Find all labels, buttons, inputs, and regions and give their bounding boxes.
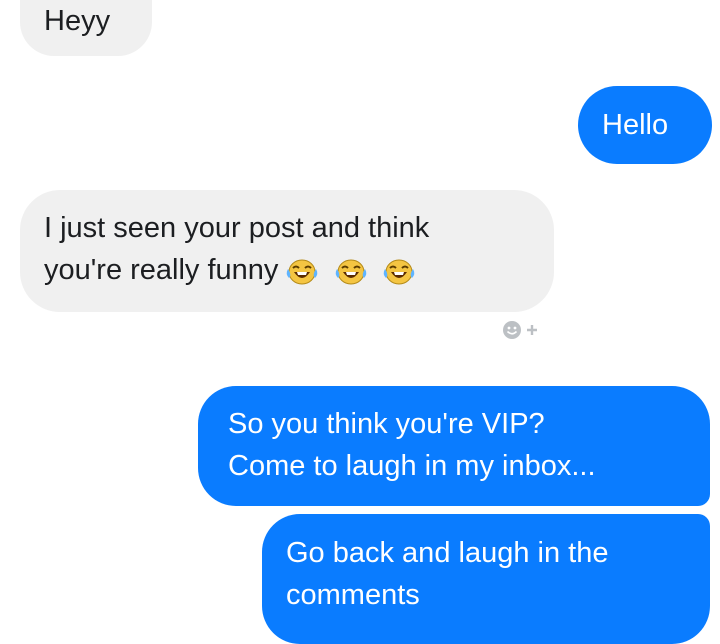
message-text-line: Come to laugh in my inbox...: [228, 450, 596, 482]
add-reaction-icon[interactable]: [500, 318, 542, 342]
message-bubble-incoming[interactable]: I just seen your post and think you're r…: [20, 190, 554, 312]
message-text: Heyy: [44, 5, 111, 37]
laughing-tears-emoji: [383, 259, 414, 285]
laughing-tears-emoji: [335, 259, 366, 285]
message-text-line-with-emojis: you're really funny: [44, 249, 554, 299]
message-text-line: I just seen your post and think: [44, 212, 430, 244]
message-bubble-incoming[interactable]: Heyy: [20, 0, 152, 56]
message-text-line: So you think you're VIP?: [228, 408, 545, 440]
message-bubble-outgoing[interactable]: Go back and laugh in the comments: [262, 514, 710, 644]
emoji-group: [284, 257, 420, 299]
message-text: Hello: [602, 109, 669, 141]
laughing-tears-emoji: [287, 259, 318, 285]
message-bubble-outgoing[interactable]: So you think you're VIP? Come to laugh i…: [198, 386, 710, 506]
chat-thread: Heyy Hello I just seen your post and thi…: [0, 0, 720, 644]
message-text: you're really funny: [44, 254, 279, 286]
message-text-line: comments: [286, 579, 420, 611]
message-text-line: Go back and laugh in the: [286, 537, 609, 569]
message-bubble-outgoing[interactable]: Hello: [578, 86, 712, 164]
